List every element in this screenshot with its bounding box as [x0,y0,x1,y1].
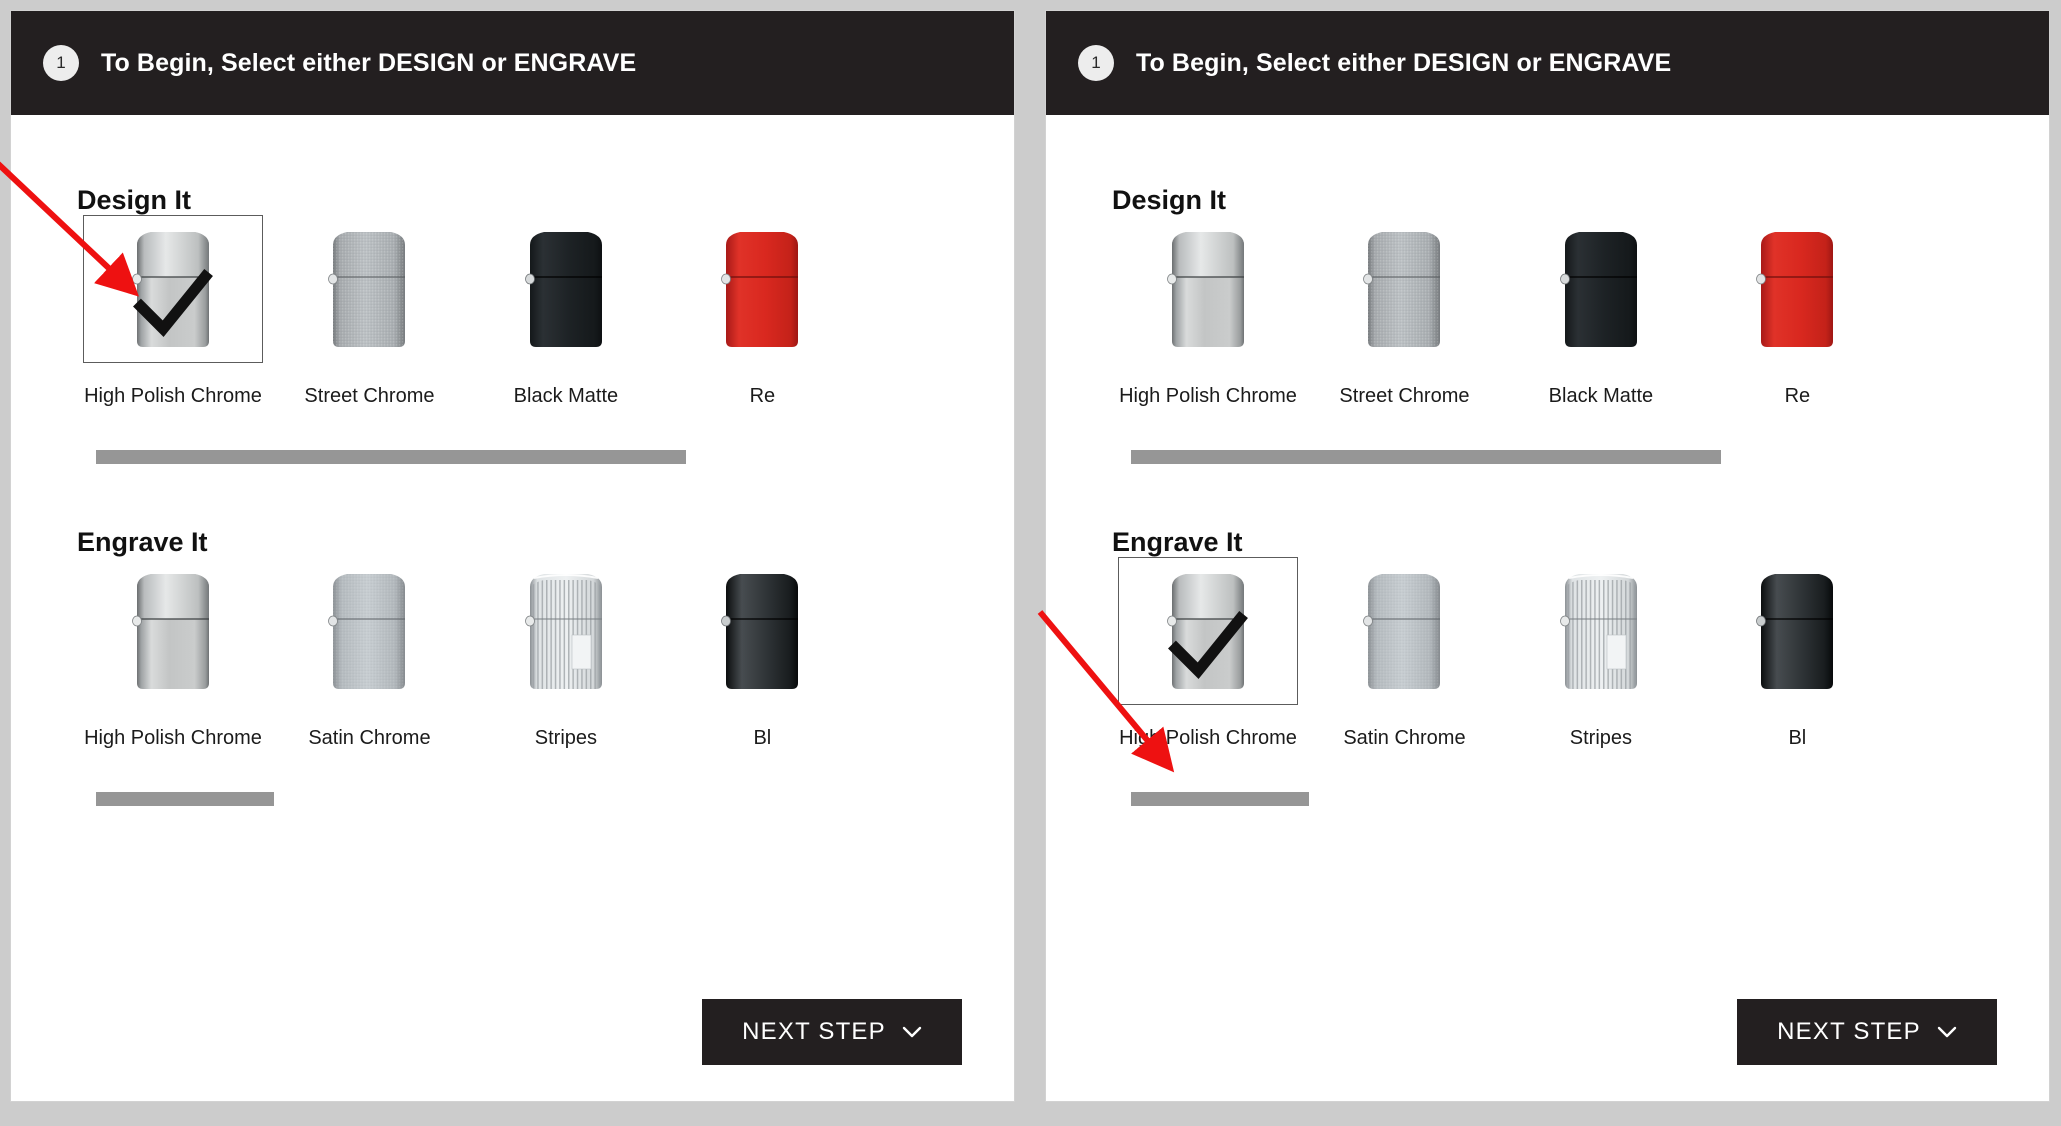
design-it-swatch-row[interactable]: High Polish Chrome Street Chrome Black M… [11,215,1014,450]
engrave-swatch-black-ice[interactable]: Bl [1701,557,1893,762]
swatch-label: Stripes [534,727,598,749]
swatch-label: Stripes [1569,727,1633,749]
step-number-badge: 1 [1078,45,1114,81]
swatch-frame [83,557,263,705]
chevron-down-icon [902,1026,922,1038]
swatch-label: Re [1784,385,1811,407]
design-swatch-high-polish-chrome[interactable]: High Polish Chrome [77,215,269,420]
step-header: 1 To Begin, Select either DESIGN or ENGR… [1046,11,2049,115]
swatch-frame [1707,557,1887,705]
design-it-heading: Design It [77,185,192,215]
engrave-swatch-stripes[interactable]: Stripes [1505,557,1697,762]
swatch-label: Street Chrome [304,385,435,407]
next-step-button[interactable]: NEXT STEP [1737,999,1997,1065]
swatch-label: Satin Chrome [308,727,431,749]
engrave-it-swatch-row[interactable]: High Polish Chrome Satin Chrome Stripes … [1046,557,2049,792]
swatch-label: High Polish Chrome [84,727,262,749]
engrave-it-scrollbar[interactable] [1046,792,2049,818]
engrave-it-heading: Engrave It [1112,527,1243,557]
engrave-swatch-high-polish-chrome[interactable]: High Polish Chrome [77,557,269,762]
design-swatch-black-matte[interactable]: Black Matte [1505,215,1697,420]
design-it-section: Design It High Polish Chrome Street Chro… [1046,115,2049,476]
swatch-label: Bl [753,727,772,749]
swatch-frame [1118,557,1298,705]
lighter-thumbnail-black-matte [1559,227,1643,351]
swatch-label: Street Chrome [1339,385,1470,407]
lighter-thumbnail-black-matte [524,227,608,351]
lighter-thumbnail-street-chrome [327,227,411,351]
swatch-frame [279,557,459,705]
next-step-button[interactable]: NEXT STEP [702,999,962,1065]
screenshot-stage: 1 To Begin, Select either DESIGN or ENGR… [0,0,2061,1126]
engrave-it-section: Engrave It High Polish Chrome Satin Chro… [11,457,1014,818]
design-swatch-red-matte[interactable]: Re [666,215,858,420]
lighter-thumbnail-stripes [524,569,608,693]
swatch-frame [672,557,852,705]
engrave-swatch-high-polish-chrome[interactable]: High Polish Chrome [1112,557,1304,762]
lighter-thumbnail-polished-chrome [1166,227,1250,351]
lighter-thumbnail-satin-chrome [327,569,411,693]
swatch-frame [1707,215,1887,363]
lighter-thumbnail-black-ice [1755,569,1839,693]
step-title: To Begin, Select either DESIGN or ENGRAV… [1136,48,1672,77]
design-it-swatch-row[interactable]: High Polish Chrome Street Chrome Black M… [1046,215,2049,450]
design-swatch-high-polish-chrome[interactable]: High Polish Chrome [1112,215,1304,420]
scrollbar-thumb[interactable] [95,792,274,806]
configurator-panel-left: 1 To Begin, Select either DESIGN or ENGR… [10,10,1015,1102]
swatch-label: Black Matte [513,385,619,407]
swatch-frame [672,215,852,363]
engrave-it-scrollbar[interactable] [11,792,1014,818]
scrollbar-track[interactable] [1112,792,2049,806]
scrollbar-track[interactable] [77,792,1014,806]
scrollbar-thumb[interactable] [1130,792,1309,806]
engrave-it-heading: Engrave It [77,527,208,557]
engrave-it-section: Engrave It High Polish Chrome Satin Chro… [1046,457,2049,818]
engrave-swatch-satin-chrome[interactable]: Satin Chrome [273,557,465,762]
design-swatch-black-matte[interactable]: Black Matte [470,215,662,420]
next-step-label: NEXT STEP [742,1018,886,1045]
lighter-thumbnail-polished-chrome [131,227,215,351]
lighter-thumbnail-red-matte [1755,227,1839,351]
panel-gutter [1015,0,1045,1126]
swatch-label: High Polish Chrome [1119,385,1297,407]
swatch-frame [1118,215,1298,363]
swatch-frame [1511,557,1691,705]
lighter-thumbnail-stripes [1559,569,1643,693]
design-it-section: Design It High Polish Chrome Street Chro… [11,115,1014,476]
swatch-frame [1314,557,1494,705]
lighter-thumbnail-street-chrome [1362,227,1446,351]
engrave-it-swatch-row[interactable]: High Polish Chrome Satin Chrome Stripes … [11,557,1014,792]
configurator-panel-right: 1 To Begin, Select either DESIGN or ENGR… [1045,10,2050,1102]
design-swatch-street-chrome[interactable]: Street Chrome [273,215,465,420]
design-it-heading: Design It [1112,185,1227,215]
swatch-frame [83,215,263,363]
swatch-frame [476,215,656,363]
engrave-swatch-black-ice[interactable]: Bl [666,557,858,762]
engrave-swatch-stripes[interactable]: Stripes [470,557,662,762]
lighter-thumbnail-polished-chrome [1166,569,1250,693]
swatch-label: Black Matte [1548,385,1654,407]
design-swatch-red-matte[interactable]: Re [1701,215,1893,420]
lighter-thumbnail-satin-chrome [1362,569,1446,693]
chevron-down-icon [1937,1026,1957,1038]
step-header: 1 To Begin, Select either DESIGN or ENGR… [11,11,1014,115]
lighter-thumbnail-red-matte [720,227,804,351]
lighter-thumbnail-black-ice [720,569,804,693]
swatch-frame [476,557,656,705]
swatch-label: Re [749,385,776,407]
swatch-label: High Polish Chrome [84,385,262,407]
swatch-frame [279,215,459,363]
swatch-label: Satin Chrome [1343,727,1466,749]
step-number-badge: 1 [43,45,79,81]
swatch-frame [1314,215,1494,363]
design-swatch-street-chrome[interactable]: Street Chrome [1308,215,1500,420]
next-step-label: NEXT STEP [1777,1018,1921,1045]
swatch-frame [1511,215,1691,363]
lighter-thumbnail-polished-chrome [131,569,215,693]
engrave-swatch-satin-chrome[interactable]: Satin Chrome [1308,557,1500,762]
step-title: To Begin, Select either DESIGN or ENGRAV… [101,48,637,77]
swatch-label: Bl [1788,727,1807,749]
swatch-label: High Polish Chrome [1119,727,1297,749]
